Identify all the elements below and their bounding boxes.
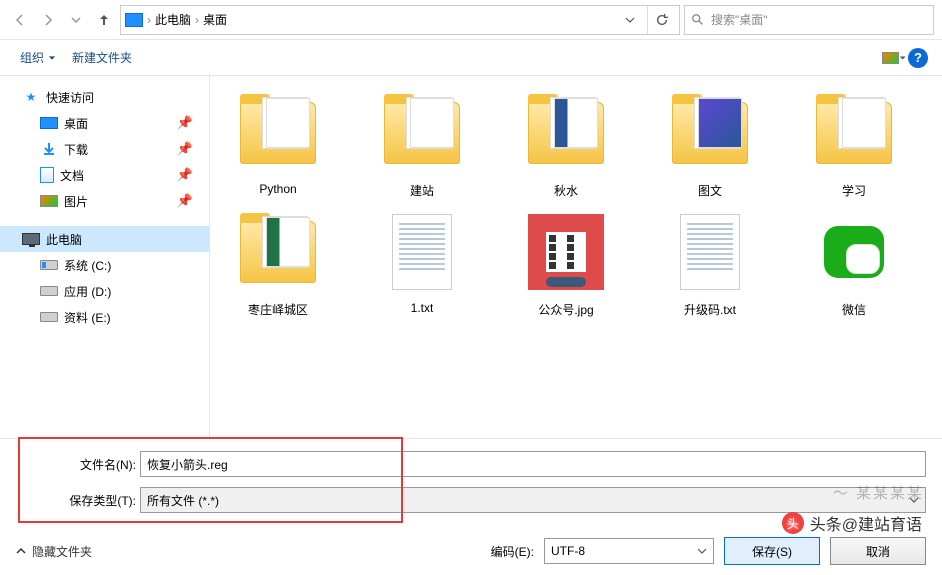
dl-icon	[40, 141, 58, 157]
folder-icon	[528, 102, 604, 164]
refresh-button[interactable]	[647, 6, 675, 34]
pic-icon	[40, 195, 58, 207]
sidebar-item-desk[interactable]: 桌面📌	[0, 110, 209, 136]
save-button[interactable]: 保存(S)	[724, 537, 820, 565]
search-placeholder: 搜索"桌面"	[711, 11, 768, 28]
new-folder-button[interactable]: 新建文件夹	[64, 45, 140, 70]
file-label: 秋水	[554, 182, 578, 199]
drive-item[interactable]: 资料 (E:)	[0, 304, 209, 330]
file-label: 公众号.jpg	[538, 301, 593, 318]
quick-access[interactable]: ★ 快速访问	[0, 84, 209, 110]
file-item[interactable]: 建站	[362, 88, 482, 199]
wechat-icon	[824, 226, 884, 278]
chevron-right-icon: ›	[193, 13, 201, 27]
address-bar[interactable]: › 此电脑 › 桌面	[120, 5, 680, 35]
view-options[interactable]	[882, 46, 906, 70]
file-item[interactable]: 秋水	[506, 88, 626, 199]
desk-icon	[40, 117, 58, 129]
file-list[interactable]: Python 建站 秋水 图文 学习枣庄峄城区 1.txt 公众号.jpg 升级码.txt 微信	[210, 76, 942, 438]
drive-icon	[40, 312, 58, 322]
folder-icon	[240, 102, 316, 164]
text-file-icon	[392, 214, 452, 290]
title-bar: › 此电脑 › 桌面 搜索"桌面"	[0, 0, 942, 40]
location-icon	[125, 13, 143, 27]
help-button[interactable]: ?	[906, 46, 930, 70]
address-dropdown[interactable]	[615, 6, 645, 34]
folder-icon	[384, 102, 460, 164]
pin-icon: 📌	[177, 167, 193, 183]
filetype-label: 保存类型(T):	[16, 492, 136, 509]
watermark-blur: ～ 某某某某	[833, 482, 924, 503]
chevron-down-icon	[697, 546, 707, 556]
save-panel: 文件名(N): 保存类型(T): 所有文件 (*.*)	[0, 438, 942, 527]
folder-icon	[240, 221, 316, 283]
drive-icon	[40, 286, 58, 296]
file-label: 学习	[842, 182, 866, 199]
filetype-select[interactable]: 所有文件 (*.*)	[140, 487, 926, 513]
forward-button[interactable]	[36, 8, 60, 32]
chevron-down-icon	[48, 54, 56, 62]
breadcrumb-leaf[interactable]: 桌面	[203, 11, 227, 28]
file-item[interactable]: 1.txt	[362, 207, 482, 318]
drive-item[interactable]: 系统 (C:)	[0, 252, 209, 278]
cancel-button[interactable]: 取消	[830, 537, 926, 565]
file-label: 升级码.txt	[684, 301, 736, 318]
navigation-pane: ★ 快速访问 桌面📌下载📌文档📌图片📌 此电脑 系统 (C:)应用 (D:)资料…	[0, 76, 210, 438]
sidebar-item-dl[interactable]: 下载📌	[0, 136, 209, 162]
filename-input[interactable]	[140, 451, 926, 477]
pin-icon: 📌	[177, 115, 193, 131]
file-item[interactable]: 图文	[650, 88, 770, 199]
file-label: Python	[259, 182, 296, 196]
chevron-up-icon	[16, 546, 26, 556]
file-label: 建站	[410, 182, 434, 199]
folder-icon	[816, 102, 892, 164]
search-input[interactable]: 搜索"桌面"	[684, 5, 934, 35]
file-label: 1.txt	[411, 301, 434, 315]
file-item[interactable]: 公众号.jpg	[506, 207, 626, 318]
hide-folders-toggle[interactable]: 隐藏文件夹	[16, 543, 92, 560]
file-item[interactable]: Python	[218, 88, 338, 199]
file-label: 微信	[842, 301, 866, 318]
encoding-select[interactable]: UTF-8	[544, 538, 714, 564]
file-item[interactable]: 枣庄峄城区	[218, 207, 338, 318]
bottom-bar: 隐藏文件夹 编码(E): UTF-8 保存(S) 取消	[0, 527, 942, 575]
drive-item[interactable]: 应用 (D:)	[0, 278, 209, 304]
file-label: 枣庄峄城区	[248, 301, 308, 318]
file-label: 图文	[698, 182, 722, 199]
breadcrumb-root[interactable]: 此电脑	[155, 11, 191, 28]
encoding-label: 编码(E):	[491, 543, 534, 560]
main-area: ★ 快速访问 桌面📌下载📌文档📌图片📌 此电脑 系统 (C:)应用 (D:)资料…	[0, 76, 942, 438]
recent-dropdown[interactable]	[64, 8, 88, 32]
organize-menu[interactable]: 组织	[12, 45, 64, 70]
pin-icon: 📌	[177, 193, 193, 209]
folder-icon	[672, 102, 748, 164]
sidebar-item-doc[interactable]: 文档📌	[0, 162, 209, 188]
file-item[interactable]: 升级码.txt	[650, 207, 770, 318]
back-button[interactable]	[8, 8, 32, 32]
command-bar: 组织 新建文件夹 ?	[0, 40, 942, 76]
search-icon	[691, 13, 705, 27]
doc-icon	[40, 167, 54, 183]
up-button[interactable]	[92, 8, 116, 32]
chevron-right-icon: ›	[145, 13, 153, 27]
filename-label: 文件名(N):	[16, 456, 136, 473]
file-item[interactable]: 微信	[794, 207, 914, 318]
pin-icon: 📌	[177, 141, 193, 157]
image-file-icon	[528, 214, 604, 290]
drive-icon	[40, 260, 58, 270]
file-item[interactable]: 学习	[794, 88, 914, 199]
text-file-icon	[680, 214, 740, 290]
sidebar-item-pic[interactable]: 图片📌	[0, 188, 209, 214]
this-pc[interactable]: 此电脑	[0, 226, 209, 252]
star-icon: ★	[22, 89, 40, 105]
pc-icon	[22, 233, 40, 245]
